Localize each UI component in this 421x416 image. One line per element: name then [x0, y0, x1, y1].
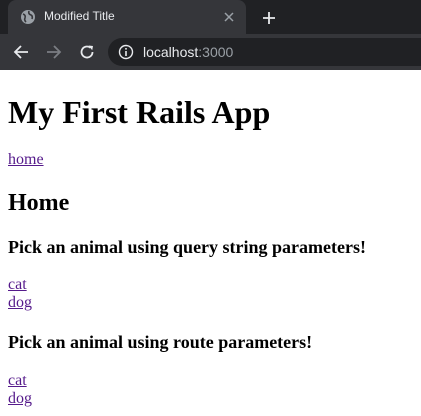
app-title: My First Rails App [8, 94, 271, 130]
route-dog-link[interactable]: dog [8, 390, 32, 408]
query-dog-link[interactable]: dog [8, 294, 32, 312]
route-section-title: Pick an animal using route parameters! [8, 332, 313, 352]
tab-title: Modified Title [44, 9, 115, 23]
url-port: :3000 [198, 44, 234, 60]
reload-icon[interactable] [76, 41, 98, 63]
info-icon[interactable] [118, 44, 134, 60]
page-heading: Home [8, 190, 70, 216]
close-tab-icon[interactable] [220, 8, 238, 26]
browser-tab-strip: Modified Title [0, 0, 421, 34]
browser-toolbar: localhost:3000 [0, 34, 421, 70]
query-cat-link[interactable]: cat [8, 276, 27, 294]
route-cat-link[interactable]: cat [8, 372, 27, 390]
query-section-title: Pick an animal using query string parame… [8, 237, 366, 257]
globe-icon [21, 10, 35, 24]
address-bar[interactable]: localhost:3000 [108, 38, 421, 66]
browser-tab[interactable]: Modified Title [8, 0, 246, 34]
back-arrow-icon[interactable] [10, 41, 32, 63]
url-host: localhost [143, 44, 199, 60]
url-text: localhost:3000 [143, 44, 233, 60]
new-tab-icon[interactable] [258, 7, 280, 29]
forward-arrow-icon[interactable] [43, 41, 65, 63]
home-link[interactable]: home [8, 151, 44, 169]
